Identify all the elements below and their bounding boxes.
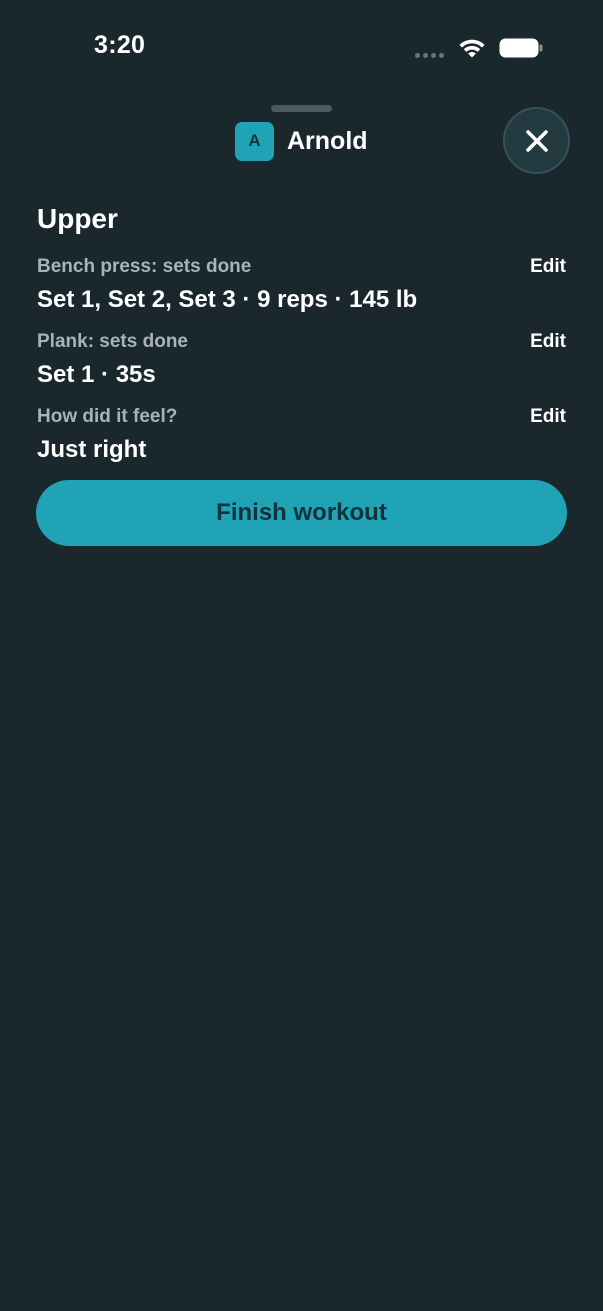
user-name: Arnold — [287, 126, 368, 155]
row-value: Just right — [37, 436, 147, 463]
row-value: Set 1 · 35s — [37, 361, 156, 388]
close-icon — [525, 129, 548, 152]
workout-title: Upper — [37, 203, 118, 234]
avatar: A — [235, 121, 274, 161]
user-header: A Arnold — [235, 121, 368, 161]
edit-feeling-button[interactable]: Edit — [530, 405, 566, 429]
edit-bench-press-button[interactable]: Edit — [530, 255, 566, 279]
close-button[interactable] — [503, 107, 570, 174]
edit-plank-button[interactable]: Edit — [530, 330, 566, 354]
summary-row-bench-press: Bench press: sets done Set 1, Set 2, Set… — [37, 255, 566, 315]
battery-icon — [499, 38, 543, 58]
row-label: Bench press: sets done — [37, 256, 252, 277]
row-value: Set 1, Set 2, Set 3 · 9 reps · 145 lb — [37, 286, 418, 313]
status-bar: 3:20 — [0, 0, 603, 96]
row-label: How did it feel? — [37, 406, 178, 427]
summary-row-feeling: How did it feel? Just right Edit — [37, 405, 566, 465]
row-label: Plank: sets done — [37, 331, 188, 352]
summary-row-plank: Plank: sets done Set 1 · 35s Edit — [37, 330, 566, 390]
workout-summary-screen: 3:20 A Arnold Upper Bench press: sets do… — [0, 0, 603, 1311]
cellular-signal-icon — [415, 53, 447, 59]
wifi-icon — [459, 39, 485, 58]
status-time: 3:20 — [94, 31, 146, 59]
finish-workout-button[interactable]: Finish workout — [36, 480, 567, 546]
sheet-grabber[interactable] — [271, 105, 332, 112]
